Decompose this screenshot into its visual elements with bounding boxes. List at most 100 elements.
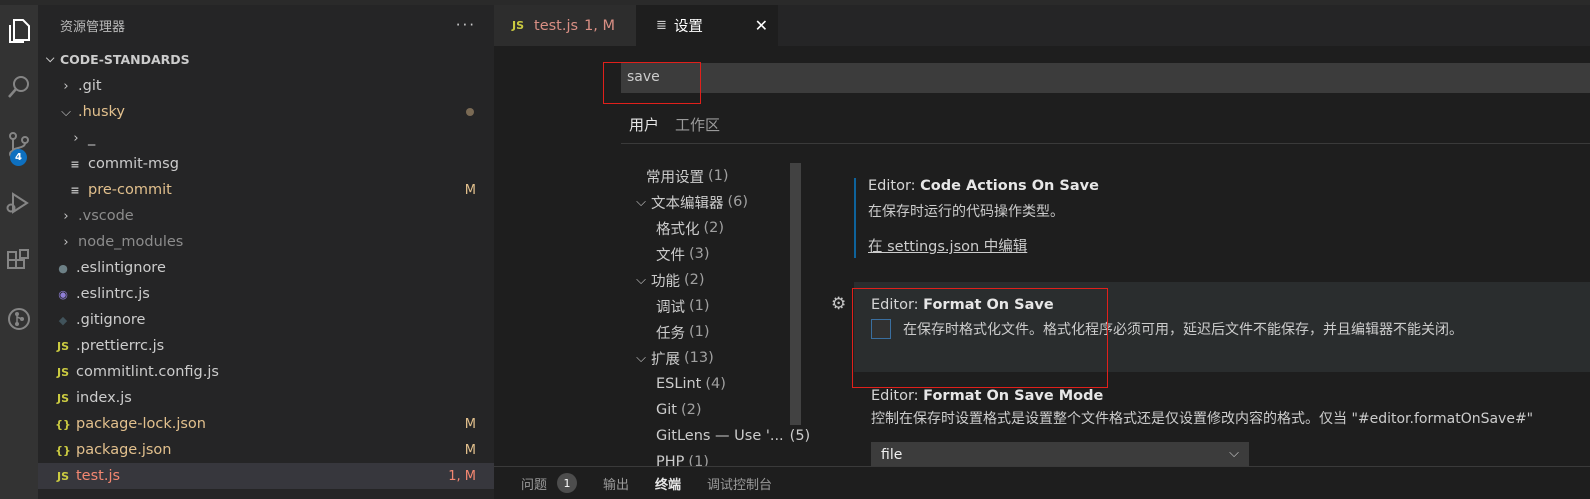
chevron-right-icon: › [63,78,69,94]
toc-scrollbar[interactable] [790,163,801,425]
activity-bar: 4 [0,5,38,499]
tree-item-prettierrc[interactable]: JS .prettierrc.js [38,333,494,359]
explorer-icon[interactable] [0,9,38,53]
tree-item-test-js[interactable]: JS test.js 1, M [38,463,494,489]
editor-tab-bar: JS test.js 1, M ≣ 设置 ✕ [494,5,1590,46]
toc-item[interactable]: 任务 (1) [634,319,804,345]
tab-output[interactable]: 输出 [603,474,629,493]
tree-item-eslintignore[interactable]: ● .eslintignore [38,255,494,281]
tree-item-label: pre-commit [88,182,172,198]
chevron-down-icon: ⌵ [636,350,646,366]
js-file-icon: JS [56,339,69,353]
tree-item-label: .eslintignore [76,260,166,276]
json-file-icon: {} [55,417,71,431]
problems-count-badge: 1 [557,473,578,493]
chevron-right-icon: › [73,130,79,146]
toc-count: (1) [689,324,710,340]
chevron-right-icon: › [63,234,69,250]
gear-icon[interactable]: ⚙ [831,294,846,314]
explorer-header: 资源管理器 ··· [38,5,494,45]
eslint-ignore-file-icon: ● [58,261,68,275]
js-file-icon: JS [56,391,69,405]
toc-item[interactable]: Git (2) [634,397,804,423]
toc-label: 调试 [656,299,685,316]
search-icon[interactable] [0,65,38,109]
tree-item-label: commitlint.config.js [76,364,219,380]
toc-item[interactable]: 格式化 (2) [634,215,804,241]
tree-item-label: .gitignore [76,312,146,328]
tree-item-index-js[interactable]: JS index.js [38,385,494,411]
toc-count: (2) [703,220,725,236]
tab-problems[interactable]: 问题 1 [521,473,578,493]
explorer-title: 资源管理器 [60,19,126,35]
tab-label: 问题 [521,477,548,493]
toc-label: 扩展 [651,351,680,368]
tree-item-label: _ [88,130,96,146]
close-icon[interactable]: ✕ [755,16,768,35]
json-file-icon: {} [55,443,71,457]
tree-item-node-modules[interactable]: › node_modules [38,229,494,255]
tab-terminal[interactable]: 终端 [655,474,681,493]
tab-user[interactable]: 用户 [621,112,668,144]
tab-debug-console[interactable]: 调试控制台 [707,474,772,493]
edit-in-settings-json-link[interactable]: 在 settings.json 中编辑 [868,235,1590,256]
tree-item-label: test.js [76,468,121,484]
extensions-icon[interactable] [0,239,38,283]
setting-description: 在保存时运行的代码操作类型。 [868,204,1064,220]
toc-item[interactable]: ⌵ 扩展 (13) [634,345,804,371]
chevron-down-icon: ⌵ [636,272,646,288]
settings-search-input[interactable]: save [621,63,1590,93]
tree-item-pre-commit[interactable]: ≡ pre-commit M [38,177,494,203]
tree-item-husky[interactable]: ⌵ .husky [38,99,494,125]
run-debug-icon[interactable] [0,181,38,225]
tree-item-label: commit-msg [88,156,179,172]
tree-item-label: .vscode [78,208,134,224]
text-file-icon: ≡ [70,183,80,197]
tree-item-git[interactable]: › .git [38,73,494,99]
tab-status: 1, M [584,17,616,34]
workspace-folder-header[interactable]: ⌵ CODE-STANDARDS [38,45,494,73]
toc-item[interactable]: 文件 (3) [634,241,804,267]
toc-item[interactable]: GitLens — Use '... (5) [634,423,810,449]
tab-workspace[interactable]: 工作区 [667,112,728,144]
tree-item-commitlint-config[interactable]: JS commitlint.config.js [38,359,494,385]
toc-label: 格式化 [656,221,700,238]
tree-item-package-lock[interactable]: {} package-lock.json M [38,411,494,437]
tree-item-gitignore[interactable]: ◆ .gitignore [38,307,494,333]
toc-count: (1) [689,298,710,314]
tree-item-label: .husky [78,104,126,120]
tree-item-commit-msg[interactable]: ≡ commit-msg [38,151,494,177]
highlight-box [852,288,1108,388]
toc-item[interactable]: ⌵ 功能 (2) [634,267,804,293]
toc-item[interactable]: 常用设置 (1) [634,163,804,189]
toc-item[interactable]: ESLint (4) [634,371,804,397]
setting-title: Editor: Code Actions On Save [868,178,1590,194]
toc-count: (1) [688,454,709,466]
tree-item-package-json[interactable]: {} package.json M [38,437,494,463]
tree-item-vscode[interactable]: › .vscode [38,203,494,229]
toc-item[interactable]: 调试 (1) [634,293,804,319]
tab-test-js[interactable]: JS test.js 1, M [494,5,636,46]
chevron-down-icon: ⌵ [636,194,646,210]
git-file-icon: ◆ [58,313,68,327]
tab-settings[interactable]: ≣ 设置 ✕ [636,5,778,46]
toc-item[interactable]: ⌵ 文本编辑器 (6) [634,189,804,215]
tree-item-label: .prettierrc.js [76,338,165,354]
format-on-save-mode-select[interactable]: file ⌵ [871,442,1249,466]
toc-count: (4) [705,376,726,392]
tree-item-eslintrc[interactable]: ◉ .eslintrc.js [38,281,494,307]
toc-count: (3) [689,246,710,262]
tab-label: test.js [534,17,579,34]
workspace-folder-name: CODE-STANDARDS [60,51,190,67]
git-graph-icon[interactable] [0,297,38,341]
tree-item-underscore[interactable]: › _ [38,125,494,151]
js-file-icon: JS [56,365,69,379]
chevron-right-icon: › [63,208,69,224]
toc-count: (13) [684,350,714,366]
text-file-icon: ≡ [70,157,80,171]
more-actions-icon[interactable]: ··· [456,16,476,34]
git-status: M [464,416,476,432]
toc-item[interactable]: PHP (1) [634,449,804,466]
toc-label: 文本编辑器 [651,195,724,212]
setting-category: Editor: [871,388,924,404]
